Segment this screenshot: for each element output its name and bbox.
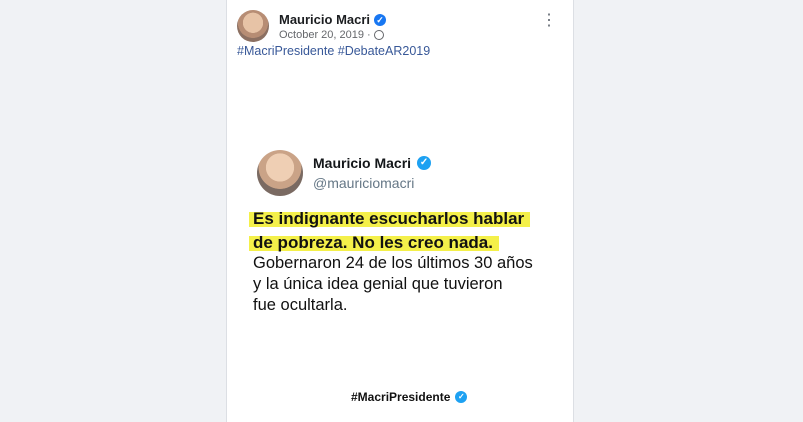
tweet-handle: @mauriciomacri: [313, 175, 415, 191]
tweet-verified-icon: ✓: [417, 156, 432, 170]
more-options-icon: ⋮: [541, 12, 557, 29]
tweet-avatar: [257, 150, 303, 196]
verified-badge-icon: ✓: [374, 13, 387, 26]
author-avatar[interactable]: [237, 10, 269, 42]
highlighted-text: Es indignante escucharlos hablar de pobr…: [249, 208, 531, 256]
more-options-button[interactable]: ⋮: [541, 12, 557, 32]
body-line: y la única idea genial que tuvieron: [253, 275, 503, 293]
facebook-post: Mauricio Macri ✓ October 20, 2019 · ⋮ #M…: [226, 0, 574, 422]
footer-hashtag: #MacriPresidente: [351, 390, 451, 404]
post-header: Mauricio Macri ✓ October 20, 2019 · ⋮: [237, 10, 563, 46]
separator-dot: ·: [367, 29, 371, 41]
body-line: fue ocultarla.: [253, 296, 348, 314]
globe-icon: [373, 30, 384, 40]
author-line: Mauricio Macri ✓: [279, 12, 387, 27]
post-date[interactable]: October 20, 2019: [279, 29, 364, 41]
post-hashtags: #MacriPresidente #DebateAR2019: [237, 44, 430, 58]
hashtag-link[interactable]: #DebateAR2019: [338, 44, 430, 58]
tweet-footer-tag: #MacriPresidente ✓: [351, 390, 468, 404]
tweet-body: Gobernaron 24 de los últimos 30 años y l…: [253, 253, 533, 316]
footer-verified-icon: ✓: [455, 391, 468, 403]
tweet-image[interactable]: Mauricio Macri ✓ @mauriciomacri Es indig…: [227, 120, 573, 415]
hashtag-link[interactable]: #MacriPresidente: [237, 44, 334, 58]
highlight-line: Es indignante escucharlos hablar: [249, 208, 531, 230]
post-meta: October 20, 2019 ·: [279, 29, 384, 41]
author-name[interactable]: Mauricio Macri: [279, 12, 370, 27]
tweet-name-line: Mauricio Macri ✓: [313, 155, 432, 171]
highlight-line: de pobreza. No les creo nada.: [249, 232, 499, 254]
body-line: Gobernaron 24 de los últimos 30 años: [253, 254, 533, 272]
tweet-author-name: Mauricio Macri: [313, 155, 412, 171]
